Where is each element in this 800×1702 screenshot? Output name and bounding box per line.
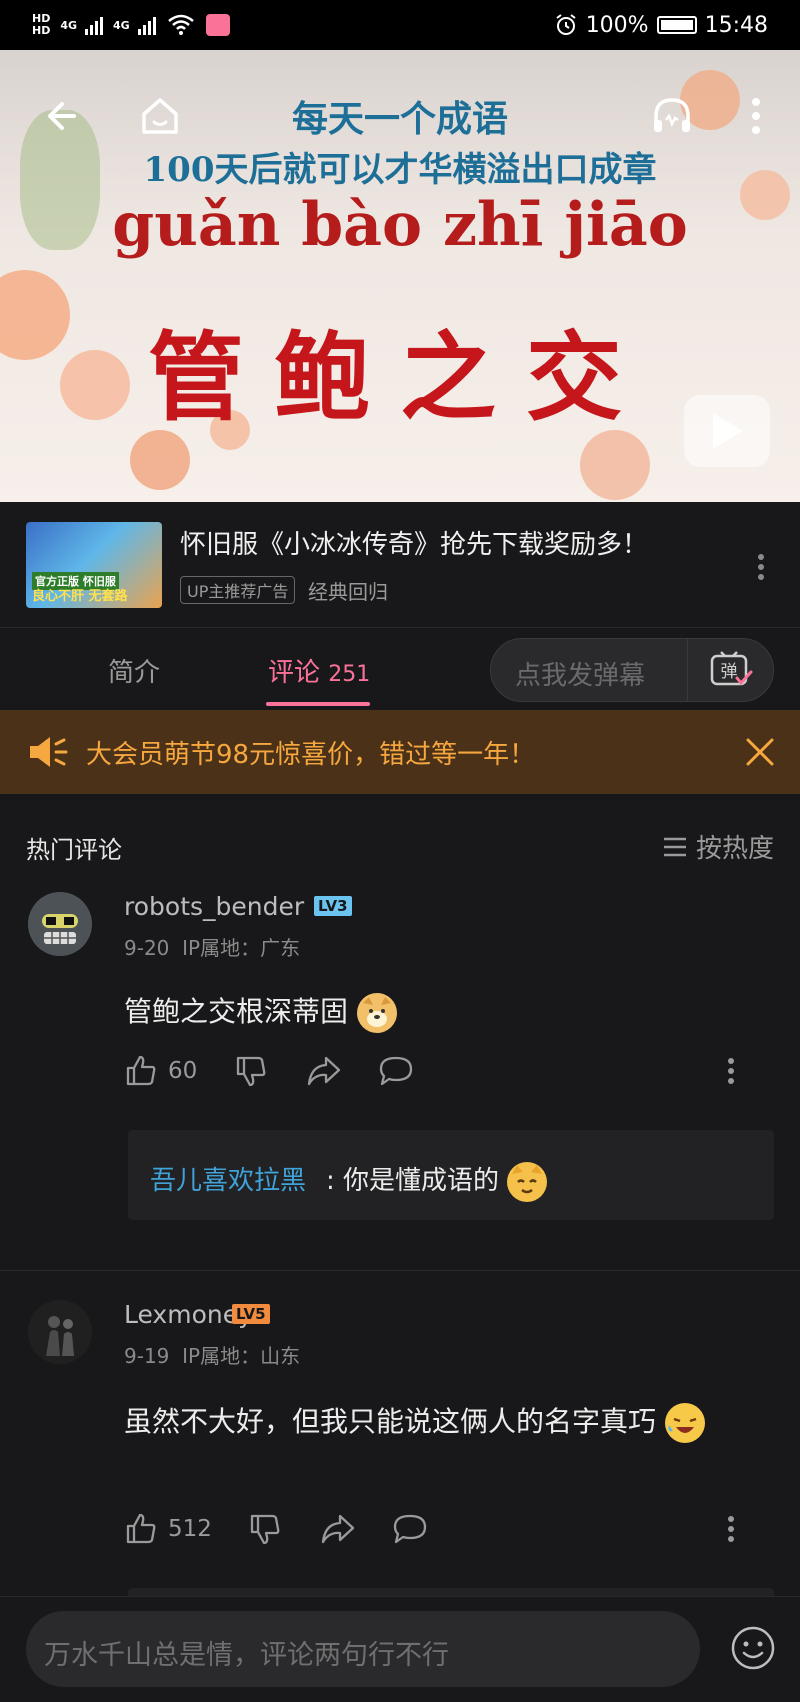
- danmaku-settings-button[interactable]: 弹: [687, 639, 773, 701]
- level-badge: LV3: [314, 896, 352, 916]
- reply-text: : 你是懂成语的: [326, 1160, 548, 1202]
- ad-card[interactable]: 官方正版 怀旧服 良心不肝 无套路 怀旧服《小冰冰传奇》抢先下载奖励多！ UP主…: [0, 502, 800, 628]
- battery-percent: 100%: [585, 12, 649, 38]
- ad-more-icon[interactable]: [756, 552, 766, 582]
- like-button[interactable]: 512: [124, 1512, 212, 1546]
- reply-button[interactable]: [392, 1512, 428, 1546]
- comment-more-icon[interactable]: [726, 1056, 736, 1086]
- comment-meta: 9-19 IP属地：山东: [124, 1344, 301, 1368]
- promo-banner[interactable]: 大会员萌节98元惊喜价，错过等一年！: [0, 710, 800, 794]
- bilibili-app-icon: [205, 14, 230, 36]
- share-button[interactable]: [320, 1512, 356, 1546]
- video-caption-line2: 100天后就可以才华横溢出口成章: [143, 150, 657, 190]
- alarm-icon: [556, 14, 576, 35]
- close-icon[interactable]: [740, 732, 780, 772]
- comment-username[interactable]: robots_bender: [124, 892, 304, 921]
- danmaku-toggle-icon: 弹: [710, 651, 752, 686]
- ad-subtitle: 经典回归: [308, 580, 388, 604]
- avatar[interactable]: [28, 892, 92, 956]
- dislike-button[interactable]: [248, 1512, 282, 1546]
- reply-preview[interactable]: 吾儿喜欢拉黑 : 你是懂成语的: [128, 1130, 774, 1220]
- network-type-1: 4G: [60, 18, 78, 32]
- tab-intro[interactable]: 简介: [108, 652, 160, 689]
- tab-indicator: [266, 702, 370, 706]
- video-idiom: 管鲍之交: [148, 321, 652, 434]
- tab-bar: 简介 评论 251 点我发弹幕 弹: [0, 628, 800, 710]
- avatar[interactable]: [28, 1300, 92, 1364]
- ad-thumbnail[interactable]: 官方正版 怀旧服 良心不肝 无套路: [26, 522, 162, 608]
- status-bar: HD HD 4G 4G 100% 15:48: [0, 0, 800, 50]
- comment-input[interactable]: 万水千山总是情，评论两句行不行: [26, 1611, 700, 1687]
- thumbs-up-icon: [126, 1055, 156, 1086]
- comment-more-icon[interactable]: [726, 1514, 736, 1544]
- danmaku-input[interactable]: 点我发弹幕 弹: [490, 638, 774, 702]
- comment-input-bar: 万水千山总是情，评论两句行不行: [0, 1596, 800, 1702]
- speaker-icon: [30, 737, 68, 767]
- thumbs-down-icon: [236, 1056, 266, 1087]
- doge-emoji-icon: [356, 993, 397, 1033]
- emoji-picker-icon[interactable]: [730, 1625, 776, 1671]
- laughing-emoji-icon: [664, 1403, 705, 1443]
- comment-divider: [0, 1270, 800, 1271]
- reply-button[interactable]: [378, 1054, 414, 1088]
- menu-lines-icon: [663, 837, 686, 856]
- wifi-icon: [167, 14, 194, 35]
- video-player[interactable]: 每天一个成语 100天后就可以才华横溢出口成章 guǎn bào zhī jiā…: [0, 50, 800, 502]
- hd-indicator: HD HD: [32, 12, 51, 37]
- thumbs-down-icon: [250, 1514, 280, 1545]
- thumbs-up-icon: [126, 1513, 156, 1544]
- dislike-button[interactable]: [234, 1054, 268, 1088]
- comment-bubble-icon: [393, 1514, 427, 1544]
- like-button[interactable]: 60: [124, 1054, 197, 1088]
- sort-button[interactable]: 按热度: [662, 828, 774, 865]
- video-pinyin: guǎn bào zhī jiāo: [112, 190, 688, 260]
- play-watermark-icon: [684, 395, 770, 467]
- share-icon: [307, 1056, 341, 1086]
- comment-text: 虽然不大好，但我只能说这俩人的名字真巧: [124, 1396, 754, 1448]
- signal-icon-2: [137, 15, 156, 35]
- promo-text: 大会员萌节98元惊喜价，错过等一年！: [86, 740, 536, 770]
- hot-comments-title: 热门评论: [26, 836, 122, 864]
- comment-bubble-icon: [379, 1056, 413, 1086]
- ad-title[interactable]: 怀旧服《小冰冰传奇》抢先下载奖励多！: [180, 524, 648, 561]
- tab-comments[interactable]: 评论 251: [268, 652, 370, 689]
- svg-text:弹: 弹: [720, 662, 737, 682]
- ad-tag: UP主推荐广告: [180, 576, 296, 604]
- share-icon: [321, 1514, 355, 1544]
- comment-text: 管鲍之交根深蒂固: [124, 990, 397, 1033]
- cat-emoji-icon: [507, 1161, 548, 1202]
- battery-icon: [656, 16, 697, 34]
- next-reply-preview: [128, 1588, 774, 1596]
- clock: 15:48: [704, 12, 768, 38]
- level-badge: LV5: [232, 1304, 270, 1324]
- network-type-2: 4G: [113, 18, 130, 32]
- share-button[interactable]: [306, 1054, 342, 1088]
- reply-username[interactable]: 吾儿喜欢拉黑: [150, 1160, 306, 1197]
- signal-icon: [85, 15, 104, 35]
- video-caption-line1: 每天一个成语: [291, 98, 508, 140]
- comment-meta: 9-20 IP属地：广东: [124, 936, 301, 960]
